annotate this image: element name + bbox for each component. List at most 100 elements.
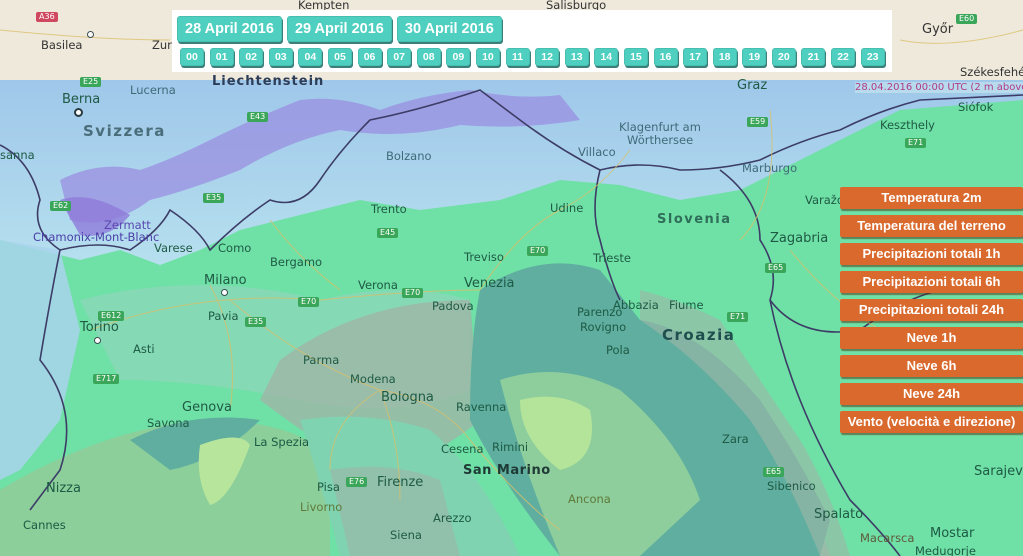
date-button-28-april[interactable]: 28 April 2016 [177,16,282,42]
road-e35a: E35 [203,193,225,203]
city-dot [87,31,94,38]
hour-button[interactable]: 06 [357,48,382,66]
city-marburgo: Marburgo [742,161,798,175]
road-e71: E71 [905,138,927,148]
city-klagenfurt: Klagenfurt am [619,120,701,134]
city-ancona: Ancona [568,492,611,506]
road-e71b: E71 [727,312,749,322]
hour-button[interactable]: 04 [298,48,323,66]
city-siena: Siena [390,528,422,542]
hour-button[interactable]: 21 [801,48,826,66]
country-svizzera: Svizzera [83,122,166,140]
layer-button-neve-6h[interactable]: Neve 6h [840,355,1023,377]
hour-button[interactable]: 01 [209,48,234,66]
hour-button[interactable]: 14 [594,48,619,66]
road-e717: E717 [93,374,120,384]
hour-button[interactable]: 12 [535,48,560,66]
city-medugorje: Medugorje [915,544,976,556]
hour-button[interactable]: 03 [268,48,293,66]
city-mostar: Mostar [930,526,975,541]
road-e43: E43 [247,112,269,122]
city-losanna: sanna [0,148,35,162]
hour-button[interactable]: 22 [831,48,856,66]
city-dot [221,289,228,296]
city-pola: Pola [606,343,630,357]
city-gyor: Győr [922,22,954,37]
city-varese: Varese [154,241,193,255]
city-san-marino: San Marino [463,463,551,478]
city-arezzo: Arezzo [433,511,472,525]
layer-button-temperatura-terreno[interactable]: Temperatura del terreno [840,215,1023,237]
city-rovigno: Rovigno [580,320,627,334]
date-selector: 28 April 2016 29 April 2016 30 April 201… [177,16,502,42]
city-genova: Genova [182,400,232,415]
city-pavia: Pavia [208,309,239,323]
hour-button[interactable]: 13 [564,48,589,66]
city-la-spezia: La Spezia [254,435,310,449]
hour-button[interactable]: 23 [860,48,885,66]
hour-button[interactable]: 00 [180,48,204,66]
date-button-30-april[interactable]: 30 April 2016 [396,16,502,42]
city-fiume: Fiume [669,298,704,312]
layer-button-precipitazioni-24h[interactable]: Precipitazioni totali 24h [840,299,1023,321]
road-e59: E59 [747,117,769,127]
layer-button-temperatura-2m[interactable]: Temperatura 2m [840,187,1023,209]
hour-button[interactable]: 07 [387,48,412,66]
road-e70c: E70 [298,297,320,307]
city-kesztheli: Keszthely [880,118,935,132]
city-varazdin: Varažd [805,193,845,207]
hour-button[interactable]: 18 [712,48,737,66]
city-cannes: Cannes [23,518,66,532]
hour-selector: 00 01 02 03 04 05 06 07 08 09 10 11 12 1… [180,48,885,66]
layer-button-precipitazioni-1h[interactable]: Precipitazioni totali 1h [840,243,1023,265]
city-cesena: Cesena [441,442,484,456]
city-firenze: Firenze [377,475,424,490]
hour-button[interactable]: 19 [742,48,767,66]
layer-button-precipitazioni-6h[interactable]: Precipitazioni totali 6h [840,271,1023,293]
city-asti: Asti [133,342,155,356]
city-worthersee: Wörthersee [627,133,694,147]
hour-button[interactable]: 10 [475,48,500,66]
city-trento: Trento [371,202,407,216]
road-e25: E25 [80,77,102,87]
city-abbazia: Abbazia [613,298,659,312]
city-spalato: Spalato [814,507,864,522]
date-button-29-april[interactable]: 29 April 2016 [286,16,392,42]
city-padova: Padova [432,299,474,313]
hour-button[interactable]: 02 [239,48,264,66]
city-bologna: Bologna [381,390,434,405]
city-siofok: Siófok [958,100,994,114]
hour-button[interactable]: 09 [446,48,471,66]
city-sarajevo: Sarajevo [974,464,1023,479]
city-sibenico: Sibenico [767,479,816,493]
city-treviso: Treviso [464,250,504,264]
city-bergamo: Bergamo [270,255,323,269]
road-e76: E76 [346,477,368,487]
road-a36: A36 [36,12,58,22]
city-lucerna: Lucerna [130,83,176,97]
hour-button[interactable]: 08 [416,48,441,66]
city-rimini: Rimini [492,440,529,454]
city-trieste: Trieste [593,251,631,265]
city-graz: Graz [737,78,768,93]
capital-dot [74,108,83,117]
country-croazia: Croazia [662,326,736,344]
road-e65b: E65 [763,467,785,477]
hour-button[interactable]: 11 [505,48,530,66]
city-zara: Zara [722,432,749,446]
city-verona: Verona [358,278,398,292]
hour-button[interactable]: 17 [683,48,708,66]
hour-button[interactable]: 15 [623,48,648,66]
hour-button[interactable]: 20 [771,48,796,66]
country-liechtenstein: Liechtenstein [212,74,325,89]
city-szekesfehervar: Székesfehér [960,65,1023,79]
city-nizza: Nizza [46,481,81,496]
layer-button-neve-24h[interactable]: Neve 24h [840,383,1023,405]
hour-button[interactable]: 16 [653,48,678,66]
city-livorno: Livorno [300,500,343,514]
city-ravenna: Ravenna [456,400,507,414]
road-e62: E62 [50,201,72,211]
hour-button[interactable]: 05 [327,48,352,66]
layer-button-vento[interactable]: Vento (velocità e direzione) [840,411,1023,433]
layer-button-neve-1h[interactable]: Neve 1h [840,327,1023,349]
